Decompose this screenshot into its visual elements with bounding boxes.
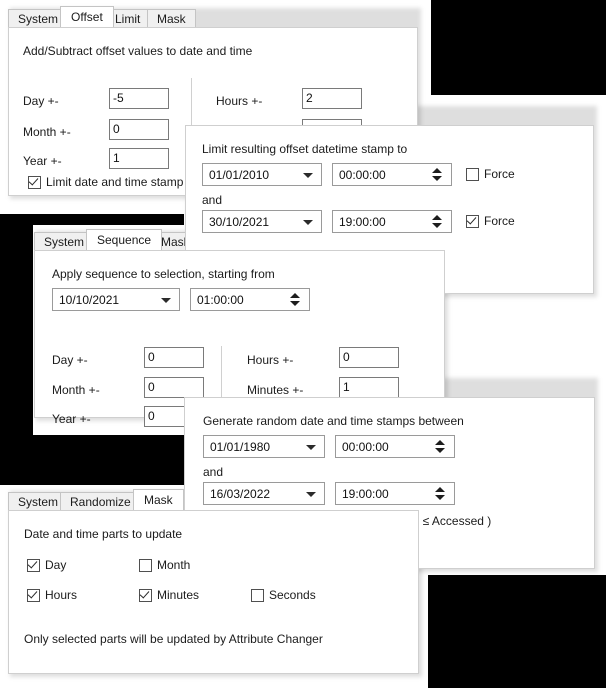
offset-month-label: Month +- <box>23 125 71 139</box>
limit-from-date-value: 01/01/2010 <box>209 168 270 182</box>
limit-to-time-spinner[interactable]: 19:00:00 <box>332 210 452 233</box>
randomize-to-time-spinner[interactable]: 19:00:00 <box>335 482 455 505</box>
offset-hours-label: Hours +- <box>216 94 263 108</box>
check-icon <box>27 588 38 599</box>
sequence-hours-label: Hours +- <box>247 353 294 367</box>
spinner-down-icon[interactable] <box>435 495 445 500</box>
sequence-start-time-value: 01:00:00 <box>197 293 244 307</box>
randomize-from-time-spinner[interactable]: 00:00:00 <box>335 435 455 458</box>
offset-tabstrip: System Offset Limit Mask <box>8 6 418 29</box>
sequence-day-label: Day +- <box>52 353 88 367</box>
tab-system[interactable]: System <box>8 492 69 511</box>
sequence-month-label: Month +- <box>52 383 100 397</box>
tab-sequence[interactable]: Sequence <box>86 229 163 252</box>
limit-from-time-spinner[interactable]: 00:00:00 <box>332 163 452 186</box>
sequence-start-date-combo[interactable]: 10/10/2021 <box>52 288 180 311</box>
offset-day-label: Day +- <box>23 94 59 108</box>
checkbox-box <box>28 175 41 189</box>
mask-month-label: Month <box>157 558 191 572</box>
randomize-heading: Generate random date and time stamps bet… <box>203 414 464 428</box>
chevron-down-icon <box>303 172 313 178</box>
tab-randomize[interactable]: Randomize <box>60 492 141 511</box>
randomize-from-date-value: 01/01/1980 <box>210 440 271 454</box>
checkbox-box <box>139 588 152 602</box>
checkbox-box <box>251 589 264 602</box>
spinner-up-icon[interactable] <box>432 215 442 220</box>
chevron-down-icon <box>306 491 316 497</box>
tab-offset[interactable]: Offset <box>60 6 114 29</box>
offset-hours-input[interactable]: 2 <box>302 88 362 109</box>
sequence-day-input[interactable]: 0 <box>144 347 204 368</box>
limit-to-force-label: Force <box>484 214 515 228</box>
limit-to-date-value: 30/10/2021 <box>209 215 270 229</box>
spinner-down-icon[interactable] <box>290 301 300 306</box>
sequence-panel-body: Apply sequence to selection, starting fr… <box>34 250 445 427</box>
mask-day-label: Day <box>45 558 67 572</box>
sequence-year-label: Year +- <box>52 412 91 426</box>
mask-hours-label: Hours <box>45 588 78 602</box>
sequence-minutes-label: Minutes +- <box>247 383 304 397</box>
limit-to-date-combo[interactable]: 30/10/2021 <box>202 210 322 233</box>
offset-year-input[interactable]: 1 <box>109 148 169 169</box>
chevron-down-icon <box>161 297 171 303</box>
sequence-start-date-value: 10/10/2021 <box>59 293 120 307</box>
sequence-hours-input[interactable]: 0 <box>339 347 399 368</box>
mask-tab-panel: System Randomize Mask Date and time part… <box>8 489 422 677</box>
check-icon <box>27 558 38 569</box>
mask-panel-body: Date and time parts to update Day Month … <box>8 510 419 674</box>
limit-from-date-combo[interactable]: 01/01/2010 <box>202 163 322 186</box>
offset-limit-checkbox-label: Limit date and time stamp <box>46 175 184 189</box>
checkbox-box <box>466 168 479 181</box>
tab-mask[interactable]: Mask <box>147 9 196 28</box>
sequence-month-input[interactable]: 0 <box>144 377 204 398</box>
spinner-up-icon[interactable] <box>435 487 445 492</box>
randomize-and-label: and <box>203 465 224 479</box>
checkbox-box <box>27 588 40 602</box>
randomize-from-time-value: 00:00:00 <box>342 440 389 454</box>
tab-mask[interactable]: Mask <box>133 489 184 512</box>
limit-from-force-label: Force <box>484 167 515 181</box>
spinner-down-icon[interactable] <box>432 223 442 228</box>
chevron-down-icon <box>303 219 313 225</box>
checkbox-box <box>27 558 40 572</box>
tab-system[interactable]: System <box>34 232 95 251</box>
spinner-up-icon[interactable] <box>432 168 442 173</box>
spinner-up-icon[interactable] <box>290 293 300 298</box>
offset-year-label: Year +- <box>23 154 62 168</box>
offset-day-input[interactable]: -5 <box>109 88 169 109</box>
check-icon <box>139 588 150 599</box>
limit-and-label: and <box>202 193 223 207</box>
spinner-down-icon[interactable] <box>435 448 445 453</box>
check-icon <box>466 214 477 225</box>
mask-footer-text: Only selected parts will be updated by A… <box>24 632 323 646</box>
limit-to-time-value: 19:00:00 <box>339 215 386 229</box>
sequence-heading: Apply sequence to selection, starting fr… <box>52 267 275 281</box>
sequence-minutes-input[interactable]: 1 <box>339 377 399 398</box>
mask-seconds-label: Seconds <box>269 588 316 602</box>
tab-system[interactable]: System <box>8 9 69 28</box>
spinner-down-icon[interactable] <box>432 176 442 181</box>
limit-from-time-value: 00:00:00 <box>339 168 386 182</box>
sequence-start-time-spinner[interactable]: 01:00:00 <box>190 288 310 311</box>
mask-heading: Date and time parts to update <box>24 527 183 541</box>
offset-month-input[interactable]: 0 <box>109 119 169 140</box>
chevron-down-icon <box>306 444 316 450</box>
mask-minutes-label: Minutes <box>157 588 200 602</box>
offset-heading: Add/Subtract offset values to date and t… <box>23 44 253 58</box>
check-icon <box>28 175 39 186</box>
randomize-to-time-value: 19:00:00 <box>342 487 389 501</box>
randomize-to-date-combo[interactable]: 16/03/2022 <box>203 482 325 505</box>
checkbox-box <box>466 214 479 228</box>
checkbox-box <box>139 559 152 572</box>
limit-heading: Limit resulting offset datetime stamp to <box>202 142 408 156</box>
spinner-up-icon[interactable] <box>435 440 445 445</box>
sequence-tab-panel: System Sequence Mask Apply sequence to s… <box>34 229 448 427</box>
randomize-to-date-value: 16/03/2022 <box>210 487 271 501</box>
randomize-from-date-combo[interactable]: 01/01/1980 <box>203 435 325 458</box>
